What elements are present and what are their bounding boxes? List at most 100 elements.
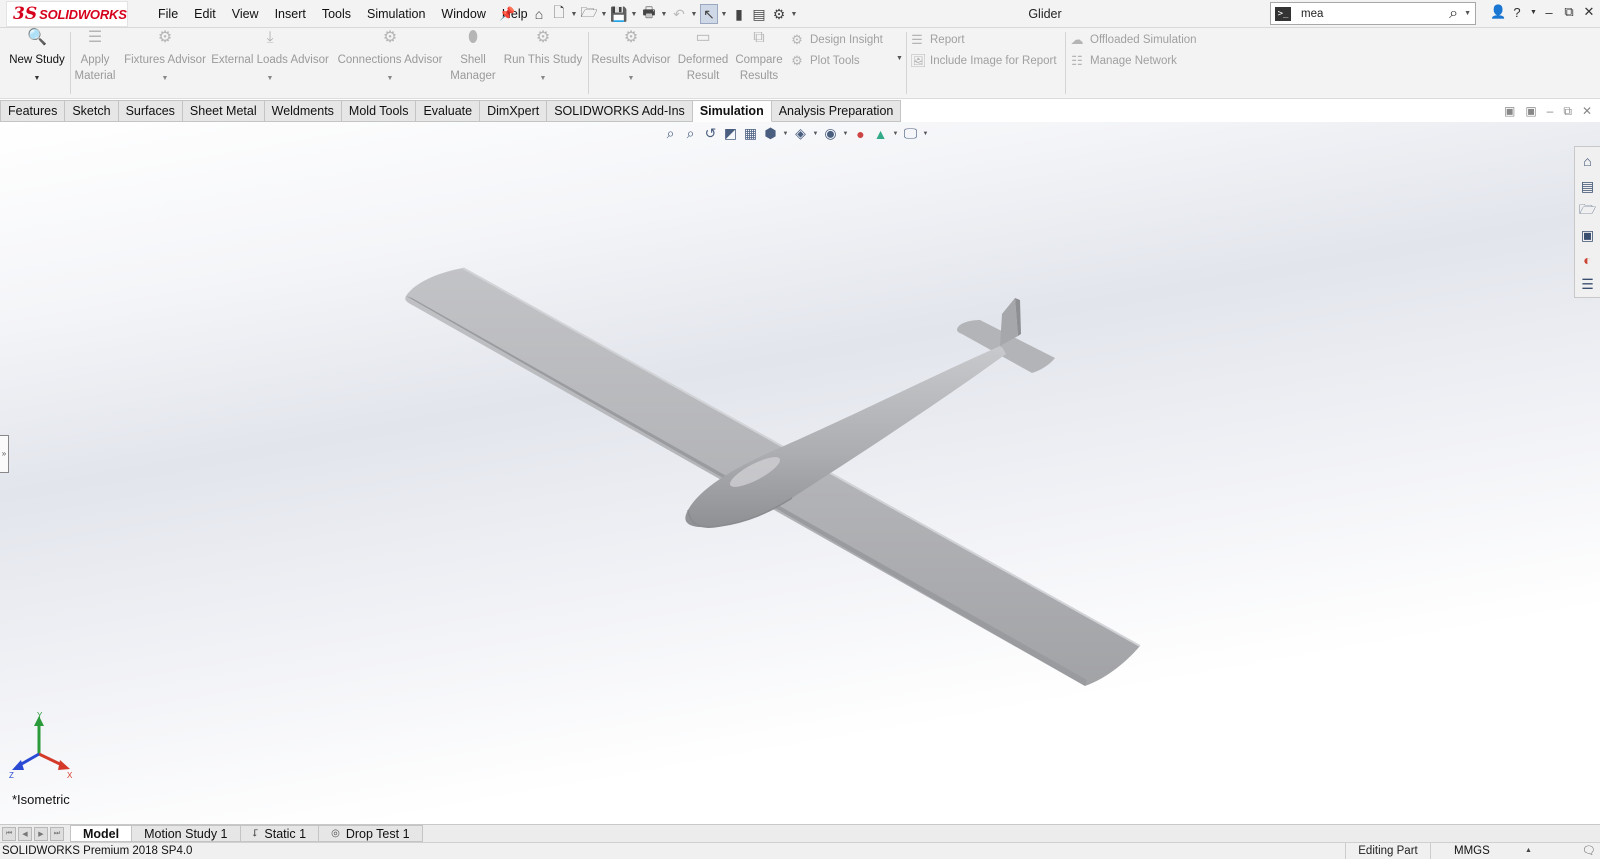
- undo-icon[interactable]: ↶: [670, 4, 688, 24]
- fixtures-advisor-button[interactable]: ⚙ Fixtures Advisor ▼: [122, 30, 208, 84]
- print-icon[interactable]: 🖶: [640, 4, 658, 24]
- last-tab-icon[interactable]: ⏭: [50, 826, 64, 841]
- tab-dimxpert[interactable]: DimXpert: [480, 100, 548, 122]
- new-dropdown-icon[interactable]: ▼: [570, 4, 578, 24]
- appearances-icon[interactable]: ◐: [1576, 248, 1600, 273]
- select-icon[interactable]: ↖: [700, 4, 718, 24]
- search-icon[interactable]: ⌕: [1449, 5, 1458, 23]
- new-study-dropdown-icon[interactable]: ▼: [5, 74, 69, 84]
- tab-analysis-preparation[interactable]: Analysis Preparation: [771, 100, 902, 122]
- file-explorer-icon[interactable]: 🗁: [1576, 198, 1600, 223]
- tab-sketch[interactable]: Sketch: [65, 100, 119, 122]
- tab-solidworks-add-ins[interactable]: SOLIDWORKS Add-Ins: [547, 100, 693, 122]
- doc-restore-icon[interactable]: ⧉: [1563, 104, 1572, 119]
- split-view-icon[interactable]: ▣: [1525, 104, 1536, 119]
- select-dropdown-icon[interactable]: ▼: [720, 4, 728, 24]
- search-input[interactable]: mea: [1301, 8, 1449, 20]
- minimize-icon[interactable]: –: [1542, 5, 1556, 20]
- rebuild-icon[interactable]: ▮: [730, 4, 748, 24]
- view-settings-icon[interactable]: 🖵: [902, 125, 919, 142]
- options-icon[interactable]: ⚙: [770, 4, 788, 24]
- solidworks-logo[interactable]: 3S SOLIDWORKS: [6, 1, 128, 27]
- previous-tab-icon[interactable]: ◀: [18, 826, 32, 841]
- tab-features[interactable]: Features: [0, 100, 66, 122]
- options-dropdown-icon[interactable]: ▼: [790, 4, 798, 24]
- command-search-icon[interactable]: >_: [1275, 6, 1291, 21]
- tab-evaluate[interactable]: Evaluate: [416, 100, 481, 122]
- tab-sheet-metal[interactable]: Sheet Metal: [182, 100, 265, 122]
- menu-insert[interactable]: Insert: [267, 7, 314, 21]
- fixtures-dropdown-icon[interactable]: ▼: [122, 74, 208, 84]
- offloaded-simulation-button[interactable]: ☁ Offloaded Simulation: [1070, 32, 1197, 48]
- help-dropdown-icon[interactable]: ▼: [1530, 9, 1537, 16]
- solidworks-resources-icon[interactable]: ⌂: [1576, 149, 1600, 174]
- run-this-study-button[interactable]: ⚙ Run This Study ▼: [502, 30, 584, 84]
- restore-icon[interactable]: ⧉: [1562, 4, 1576, 20]
- apply-scene-icon[interactable]: ▲: [872, 126, 889, 142]
- open-icon[interactable]: 🗁: [580, 4, 598, 24]
- home-icon[interactable]: ⌂: [530, 4, 548, 24]
- tab-static-1[interactable]: ⮦ Static 1: [239, 825, 320, 842]
- hide-show-dropdown-icon[interactable]: ▼: [842, 131, 849, 137]
- pin-menu-icon[interactable]: 📌: [499, 6, 515, 22]
- compare-results-button[interactable]: ⧉ Compare Results: [734, 30, 784, 84]
- status-units[interactable]: MMGS: [1454, 843, 1490, 859]
- edit-appearance-icon[interactable]: ●: [852, 126, 869, 142]
- collapse-panel-icon[interactable]: ▣: [1504, 104, 1515, 119]
- new-study-button[interactable]: 🔍 New Study ▼: [5, 30, 69, 84]
- display-style-dropdown-icon[interactable]: ▼: [812, 131, 819, 137]
- external-loads-advisor-button[interactable]: ⤓ External Loads Advisor ▼: [211, 30, 329, 84]
- apply-material-button[interactable]: ☰ Apply Material: [72, 30, 118, 84]
- search-dropdown-icon[interactable]: ▼: [1464, 10, 1471, 17]
- view-palette-icon[interactable]: ▣: [1576, 223, 1600, 248]
- display-style-icon[interactable]: ◈: [792, 125, 809, 142]
- tab-motion-study-1[interactable]: Motion Study 1: [131, 825, 241, 842]
- search-box[interactable]: >_ mea ⌕ ▼: [1270, 2, 1476, 25]
- open-dropdown-icon[interactable]: ▼: [600, 4, 608, 24]
- feature-manager-toggle[interactable]: »: [0, 435, 9, 473]
- deformed-result-button[interactable]: ▭ Deformed Result: [676, 30, 730, 84]
- zoom-to-fit-icon[interactable]: ⌕: [662, 125, 679, 142]
- connections-dropdown-icon[interactable]: ▼: [335, 74, 445, 84]
- notification-icon[interactable]: 🗨: [1582, 843, 1596, 859]
- help-icon[interactable]: ?: [1510, 5, 1524, 20]
- doc-minimize-icon[interactable]: –: [1547, 104, 1554, 119]
- connections-advisor-button[interactable]: ⚙ Connections Advisor ▼: [335, 30, 445, 84]
- include-image-button[interactable]: 🖼 Include Image for Report: [910, 53, 1057, 69]
- design-insight-button[interactable]: ⚙ Design Insight: [790, 32, 883, 48]
- menu-edit[interactable]: Edit: [186, 7, 224, 21]
- tab-surfaces[interactable]: Surfaces: [118, 100, 183, 122]
- custom-properties-icon[interactable]: ☰: [1576, 272, 1600, 297]
- apply-scene-dropdown-icon[interactable]: ▼: [892, 131, 899, 137]
- results-advisor-dropdown-icon[interactable]: ▼: [590, 74, 672, 84]
- tab-drop-test-1[interactable]: ◎ Drop Test 1: [318, 825, 423, 842]
- menu-simulation[interactable]: Simulation: [359, 7, 433, 21]
- tab-mold-tools[interactable]: Mold Tools: [341, 100, 417, 122]
- external-loads-dropdown-icon[interactable]: ▼: [211, 74, 329, 84]
- section-view-icon[interactable]: ◩: [722, 125, 739, 142]
- run-study-dropdown-icon[interactable]: ▼: [502, 74, 584, 84]
- menu-file[interactable]: File: [150, 7, 186, 21]
- close-icon[interactable]: ✕: [1582, 4, 1596, 20]
- zoom-to-area-icon[interactable]: ⌕: [682, 125, 699, 142]
- dynamic-annotation-icon[interactable]: ▦: [742, 125, 759, 142]
- previous-view-icon[interactable]: ↺: [702, 125, 719, 142]
- doc-close-icon[interactable]: ✕: [1582, 104, 1592, 119]
- view-orientation-icon[interactable]: ⬢: [762, 125, 779, 142]
- new-document-icon[interactable]: 🗋: [550, 4, 568, 24]
- view-orientation-dropdown-icon[interactable]: ▼: [782, 131, 789, 137]
- first-tab-icon[interactable]: ⏮: [2, 826, 16, 841]
- tab-model[interactable]: Model: [70, 825, 133, 842]
- next-tab-icon[interactable]: ▶: [34, 826, 48, 841]
- plot-tools-button[interactable]: ⚙ Plot Tools: [790, 53, 859, 69]
- graphics-area[interactable]: ⌕ ⌕ ↺ ◩ ▦ ⬢ ▼ ◈ ▼ ◉ ▼ ● ▲ ▼ 🖵 ▼ ⌂ ▤ 🗁 ▣ …: [0, 122, 1600, 824]
- manage-network-button[interactable]: ☷ Manage Network: [1070, 53, 1177, 69]
- tab-simulation[interactable]: Simulation: [692, 100, 772, 122]
- plot-tools-dropdown-icon[interactable]: ▼: [896, 55, 903, 62]
- results-advisor-button[interactable]: ⚙ Results Advisor ▼: [590, 30, 672, 84]
- menu-view[interactable]: View: [224, 7, 267, 21]
- report-button[interactable]: ☰ Report: [910, 32, 964, 48]
- glider-model[interactable]: [0, 122, 1600, 824]
- hide-show-items-icon[interactable]: ◉: [822, 125, 839, 142]
- save-icon[interactable]: 💾: [610, 4, 628, 24]
